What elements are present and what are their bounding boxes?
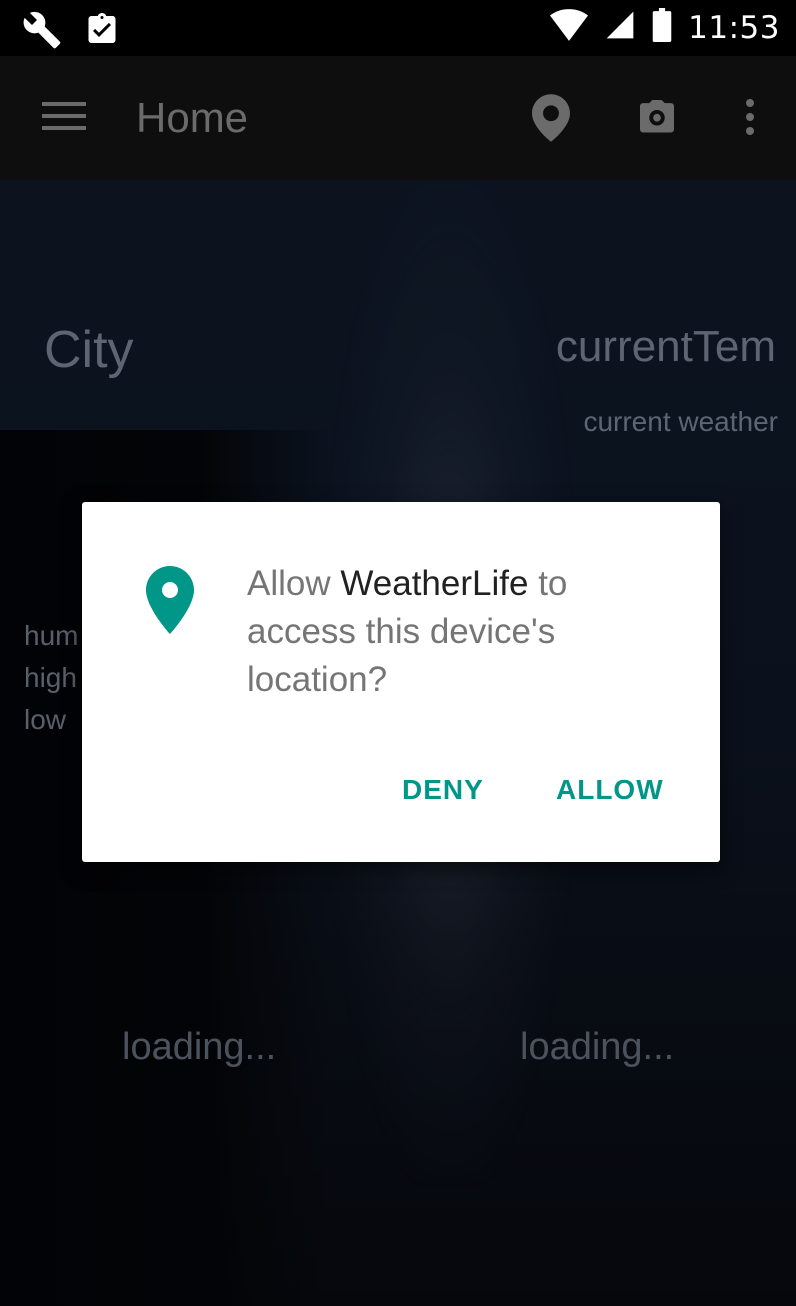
wrench-icon xyxy=(22,10,62,55)
city-label: City xyxy=(44,321,134,379)
dialog-app-name: WeatherLife xyxy=(340,564,529,603)
location-permission-dialog: Allow WeatherLife to access this device'… xyxy=(82,502,720,862)
status-time: 11:53 xyxy=(688,9,780,46)
page-title: Home xyxy=(136,94,249,141)
signal-icon xyxy=(604,9,636,46)
clipboard-check-icon xyxy=(84,10,120,55)
location-pin-icon[interactable] xyxy=(532,94,570,147)
more-vert-icon[interactable] xyxy=(744,98,756,141)
deny-button[interactable]: DENY xyxy=(402,774,484,806)
high-label: high xyxy=(24,662,77,693)
low-label: low xyxy=(24,704,67,735)
loading-left: loading... xyxy=(122,1026,277,1068)
battery-icon xyxy=(652,8,672,47)
humidity-label: hum xyxy=(24,620,79,651)
camera-icon[interactable] xyxy=(638,100,676,139)
dialog-message: Allow WeatherLife to access this device'… xyxy=(247,560,667,704)
current-weather-label: current weather xyxy=(583,406,778,437)
status-bar: 11:53 xyxy=(0,0,796,56)
dialog-text-prefix: Allow xyxy=(247,564,331,603)
current-temp-label: currentTem xyxy=(555,322,776,371)
location-pin-icon xyxy=(146,566,194,639)
menu-icon[interactable] xyxy=(42,100,86,137)
allow-button[interactable]: ALLOW xyxy=(556,774,664,806)
loading-right: loading... xyxy=(520,1026,675,1068)
wifi-icon xyxy=(550,9,589,46)
app-bar: Home xyxy=(0,56,796,180)
